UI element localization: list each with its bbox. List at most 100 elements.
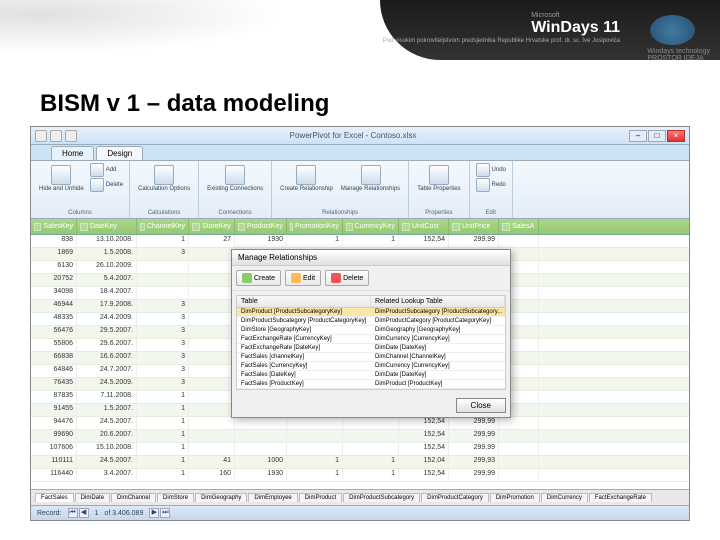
minimize-button[interactable]: –	[629, 130, 647, 142]
quick-access-toolbar	[35, 130, 77, 142]
delete-button[interactable]: Delete	[325, 270, 369, 286]
ribbon: Hide and Unhide Add Delete Columns Calcu…	[31, 161, 689, 219]
redo-icon	[476, 178, 490, 192]
sheet-tab[interactable]: DimPromotion	[490, 493, 540, 502]
table-row[interactable]: 11011124.5.2007.141100011152,04299,93	[31, 456, 689, 469]
banner-swoosh	[0, 0, 380, 70]
qat-button[interactable]	[35, 130, 47, 142]
relationship-row[interactable]: FactSales [CurrencyKey]DimCurrency [Curr…	[237, 362, 505, 371]
relationship-row[interactable]: DimProduct [ProductSubcategoryKey]DimPro…	[237, 308, 505, 317]
redo-button[interactable]: Redo	[476, 178, 506, 192]
conn-icon	[225, 165, 245, 185]
next-record-button[interactable]: ▶	[149, 508, 159, 518]
banner: Microsoft WinDays 11 Pod visokim pokrovi…	[0, 0, 720, 80]
ribbon-group-conn: Existing Connections Connections	[199, 161, 272, 218]
relationship-row[interactable]: DimStore [GeographyKey]DimGeography [Geo…	[237, 326, 505, 335]
column-header[interactable]: CurrencyKey	[343, 219, 399, 234]
statusbar: Record: ⏮ ◀ 1 of 3.406.089 ▶ ⏭	[31, 505, 689, 520]
undo-button[interactable]: Undo	[476, 163, 506, 177]
prev-record-button[interactable]: ◀	[79, 508, 89, 518]
record-nav: ⏮ ◀	[68, 508, 89, 518]
column-header[interactable]: ChannelKey	[137, 219, 189, 234]
sheet-tab[interactable]: DimProductCategory	[421, 493, 489, 502]
create-button[interactable]: Create	[236, 270, 281, 286]
sheet-tab[interactable]: DimChannel	[111, 493, 156, 502]
hide-icon	[51, 165, 71, 185]
relationship-row[interactable]: FactSales [channelKey]DimChannel [Channe…	[237, 353, 505, 362]
sheet-tab[interactable]: DimProduct	[299, 493, 342, 502]
record-total: of 3.406.089	[104, 510, 143, 517]
manage-relationships-button[interactable]: Manage Relationships	[339, 163, 402, 195]
sheet-tab[interactable]: FactSales	[35, 493, 74, 502]
undo-icon	[476, 163, 490, 177]
ribbon-group-prop: Table Properties Properties	[409, 161, 469, 218]
tab-home[interactable]: Home	[51, 146, 94, 160]
relationship-row[interactable]: DimProductSubcategory [ProductCategoryKe…	[237, 317, 505, 326]
maximize-button[interactable]: □	[648, 130, 666, 142]
slide-title: BISM v 1 – data modeling	[0, 80, 720, 126]
sheet-tab[interactable]: FactExchangeRate	[589, 493, 652, 502]
record-label: Record:	[37, 510, 62, 517]
column-header[interactable]: UnitPrice	[449, 219, 499, 234]
column-header[interactable]: ProductKey	[235, 219, 287, 234]
grid-header: SalesKeyDateKeyChannelKeyStoreKeyProduct…	[31, 219, 689, 235]
close-button[interactable]: ×	[667, 130, 685, 142]
sheet-tab[interactable]: DimGeography	[195, 493, 247, 502]
manage-relationships-dialog: Manage Relationships Create Edit Delete …	[231, 249, 511, 418]
create-relationship-button[interactable]: Create Relationship	[278, 163, 335, 195]
manage-rel-icon	[361, 165, 381, 185]
edit-icon	[291, 273, 301, 283]
ribbon-group-calc: Calculation Options Calculations	[130, 161, 199, 218]
qat-button[interactable]	[50, 130, 62, 142]
relationship-row[interactable]: FactSales [ProductKey]DimProduct [Produc…	[237, 380, 505, 389]
calc-icon	[154, 165, 174, 185]
window-controls: – □ ×	[629, 130, 685, 142]
table-properties-button[interactable]: Table Properties	[415, 163, 462, 195]
ribbon-group-columns: Hide and Unhide Add Delete Columns	[31, 161, 130, 218]
table-row[interactable]: 9447624.5.2007.1152,54299,99	[31, 417, 689, 430]
sheet-tab[interactable]: DimProductSubcategory	[343, 493, 420, 502]
sheet-tab[interactable]: DimEmployee	[248, 493, 297, 502]
relationship-row[interactable]: FactExchangeRate [DateKey]DimDate [DateK…	[237, 344, 505, 353]
existing-connections-button[interactable]: Existing Connections	[205, 163, 265, 195]
sheet-tab[interactable]: DimDate	[75, 493, 110, 502]
record-position: 1	[95, 510, 99, 517]
powerpivot-window: PowerPivot for Excel - Contoso.xlsx – □ …	[30, 126, 690, 521]
banner-subtext: Pod visokim pokroviteljstvom predsjednik…	[383, 38, 620, 44]
relationships-list[interactable]: TableRelated Lookup Table DimProduct [Pr…	[236, 295, 506, 390]
column-header[interactable]: DateKey	[77, 219, 137, 234]
close-dialog-button[interactable]: Close	[456, 398, 506, 413]
hide-unhide-button[interactable]: Hide and Unhide	[37, 163, 86, 195]
first-record-button[interactable]: ⏮	[68, 508, 78, 518]
banner-dark: Microsoft WinDays 11 Pod visokim pokrovi…	[380, 0, 720, 60]
add-icon	[90, 163, 104, 177]
calc-options-button[interactable]: Calculation Options	[136, 163, 192, 195]
data-grid: SalesKeyDateKeyChannelKeyStoreKeyProduct…	[31, 219, 689, 489]
table-row[interactable]: 83813.10.2008.127193011152,54299,99	[31, 235, 689, 248]
table-row[interactable]: 1164403.4.2007.1160193011152,54299,99	[31, 469, 689, 482]
add-column-button[interactable]: Add	[90, 163, 123, 177]
column-header[interactable]: StoreKey	[189, 219, 235, 234]
edit-button[interactable]: Edit	[285, 270, 321, 286]
ribbon-group-rel: Create Relationship Manage Relationships…	[272, 161, 409, 218]
dialog-footer: Close	[232, 394, 510, 417]
table-row[interactable]: 10760615.10.2008.1152,54299,99	[31, 443, 689, 456]
relationship-row[interactable]: FactSales [DateKey]DimDate [DateKey]	[237, 371, 505, 380]
tab-design[interactable]: Design	[96, 146, 143, 160]
relationship-row[interactable]: FactExchangeRate [CurrencyKey]DimCurrenc…	[237, 335, 505, 344]
cloud-icon	[650, 15, 695, 45]
column-header[interactable]: SalesKey	[31, 219, 77, 234]
column-header[interactable]: SalesA	[499, 219, 539, 234]
column-header[interactable]: UnitCost	[399, 219, 449, 234]
column-header[interactable]: PromotionKey	[287, 219, 343, 234]
ribbon-group-edit: Undo Redo Edit	[470, 161, 513, 218]
banner-tech: Windays technologyPROSTOR IDEJA	[647, 48, 710, 62]
sheet-tab[interactable]: DimStore	[157, 493, 194, 502]
qat-button[interactable]	[65, 130, 77, 142]
list-header: TableRelated Lookup Table	[237, 296, 505, 308]
sheet-tab[interactable]: DimCurrency	[541, 493, 588, 502]
delete-column-button[interactable]: Delete	[90, 178, 123, 192]
dialog-toolbar: Create Edit Delete	[232, 266, 510, 291]
table-row[interactable]: 9969020.6.2007.1152,54299,99	[31, 430, 689, 443]
last-record-button[interactable]: ⏭	[160, 508, 170, 518]
